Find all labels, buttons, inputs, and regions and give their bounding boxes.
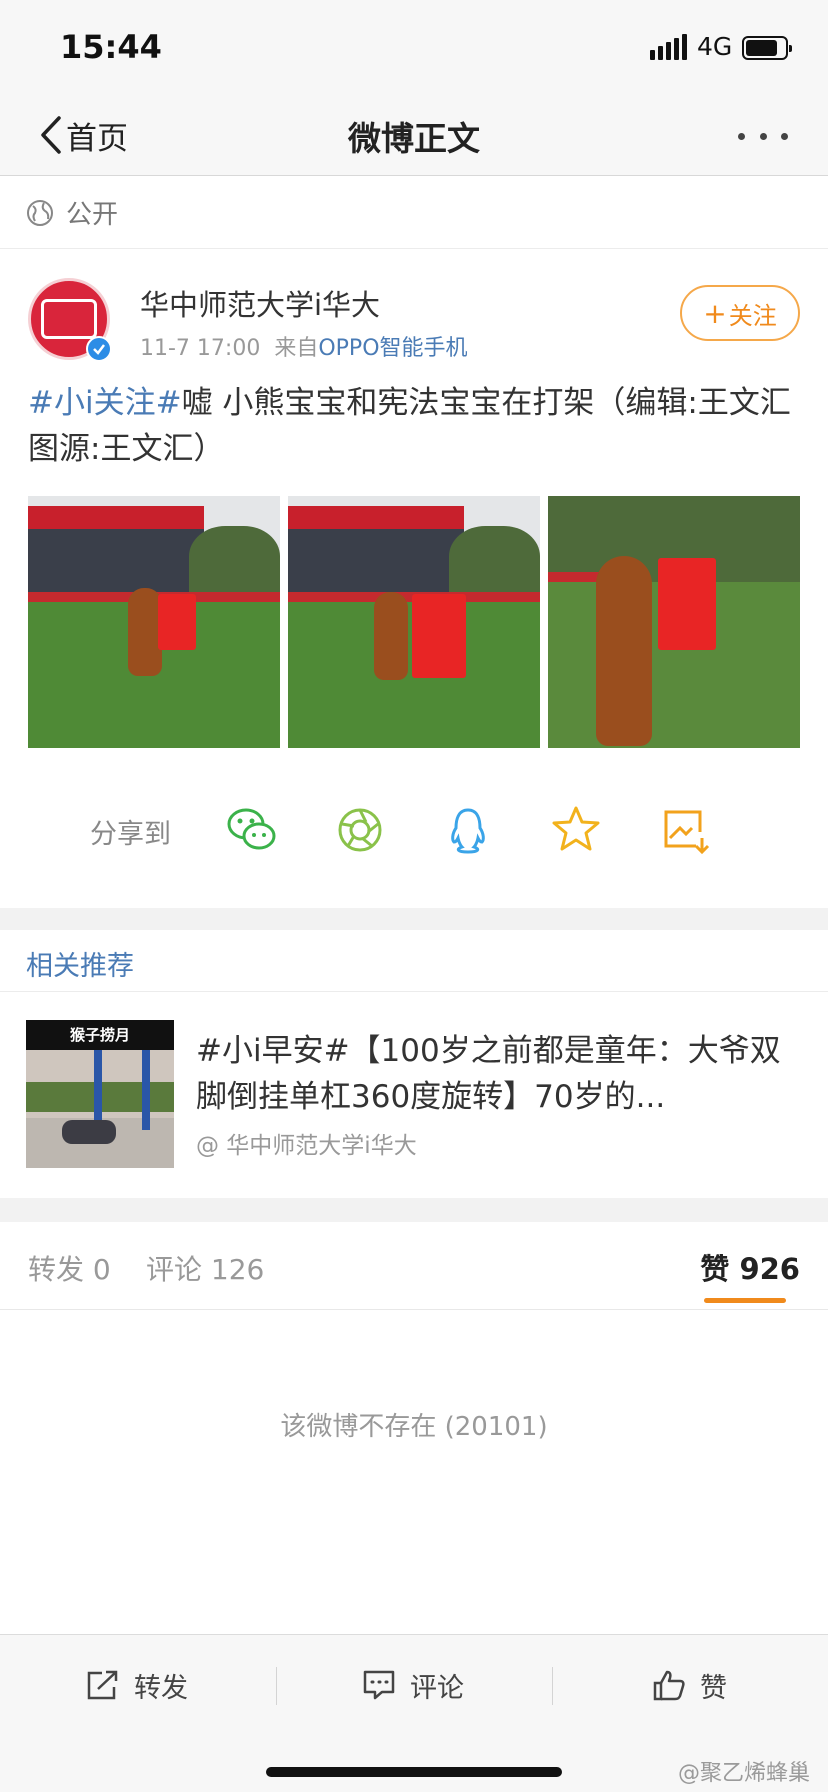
wechat-icon[interactable] [224,802,280,858]
watermark: @聚乙烯蜂巢 [677,1761,810,1786]
verified-badge-icon [86,336,112,362]
section-gap [0,1198,828,1222]
divider [0,991,828,992]
more-button[interactable] [738,120,788,152]
post-author: 华中师范大学i华大 11-7 17:00 来自OPPO智能手机 + 关注 [0,250,828,362]
more-dot-icon [781,132,788,140]
repost-button[interactable]: 转发 [86,1663,188,1707]
bottom-toolbar: 转发 评论 赞 @聚乙烯蜂巢 [0,1634,828,1792]
comment-icon [363,1670,395,1700]
recommend-author[interactable]: @ 华中师范大学i华大 [196,1126,417,1160]
comment-button[interactable]: 评论 [362,1663,464,1707]
recommend-thumbnail[interactable]: 猴子捞月 [26,1020,174,1168]
photo-grid [28,496,800,748]
share-row: 分享到 [0,790,828,870]
signal-icon [650,34,688,60]
repost-label: 转发 [134,1672,188,1704]
interaction-tabs: 转发 0 评论 126 赞 926 [0,1222,828,1310]
tab-comment[interactable]: 评论 126 [146,1248,264,1288]
post-photo[interactable] [548,496,800,748]
recommend-text[interactable]: #小i早安#【100岁之前都是童年：大爷双脚倒挂单杠360度旋转】70岁的... [196,1028,806,1120]
post-meta: 11-7 17:00 来自OPPO智能手机 [140,330,468,362]
save-image-icon[interactable] [656,802,712,858]
post-text: #小i关注#嘘 小熊宝宝和宪法宝宝在打架（编辑:王文汇 图源:王文汇） [28,380,803,472]
recommend-title: 相关推荐 [26,951,134,982]
network-type: 4G [697,32,733,61]
share-label: 分享到 [90,819,171,850]
section-gap [0,908,828,930]
nav-bar: 首页 微博正文 [0,96,828,176]
divider [552,1667,553,1705]
thumbs-up-icon [653,1670,685,1701]
follow-button[interactable]: + 关注 [680,285,800,341]
qq-icon[interactable] [440,802,496,858]
home-indicator[interactable] [266,1767,562,1777]
like-label: 赞 [700,1672,727,1704]
plus-icon: + [703,296,727,330]
thumbnail-caption: 猴子捞月 [26,1020,174,1050]
status-time: 15:44 [60,28,162,66]
repost-icon [87,1670,118,1700]
tab-repost[interactable]: 转发 0 [28,1248,111,1288]
more-dot-icon [738,132,745,140]
status-bar: 15:44 4G [0,0,828,96]
divider [276,1667,277,1705]
more-dot-icon [759,132,767,140]
battery-icon [742,36,792,60]
post-source[interactable]: OPPO智能手机 [318,336,467,361]
post-time: 11-7 17:00 [140,336,261,361]
post-photo[interactable] [288,496,540,748]
tab-like[interactable]: 赞 926 [700,1246,800,1288]
comment-label: 评论 [410,1672,464,1704]
globe-icon [27,199,53,226]
post-photo[interactable] [28,496,280,748]
active-tab-indicator [704,1298,786,1303]
post-hashtag[interactable]: #小i关注# [28,385,182,421]
like-button[interactable]: 赞 [652,1663,727,1707]
follow-label: 关注 [728,301,777,330]
author-name[interactable]: 华中师范大学i华大 [140,282,380,324]
page-title: 微博正文 [348,119,480,158]
visibility-label: 公开 [66,200,119,230]
moments-icon[interactable] [332,802,388,858]
empty-message: 该微博不存在 (20101) [280,1412,548,1442]
source-prefix: 来自 [274,336,319,361]
qzone-icon[interactable] [548,802,604,858]
logo-icon [41,299,97,339]
visibility-row: 公开 [0,177,828,249]
